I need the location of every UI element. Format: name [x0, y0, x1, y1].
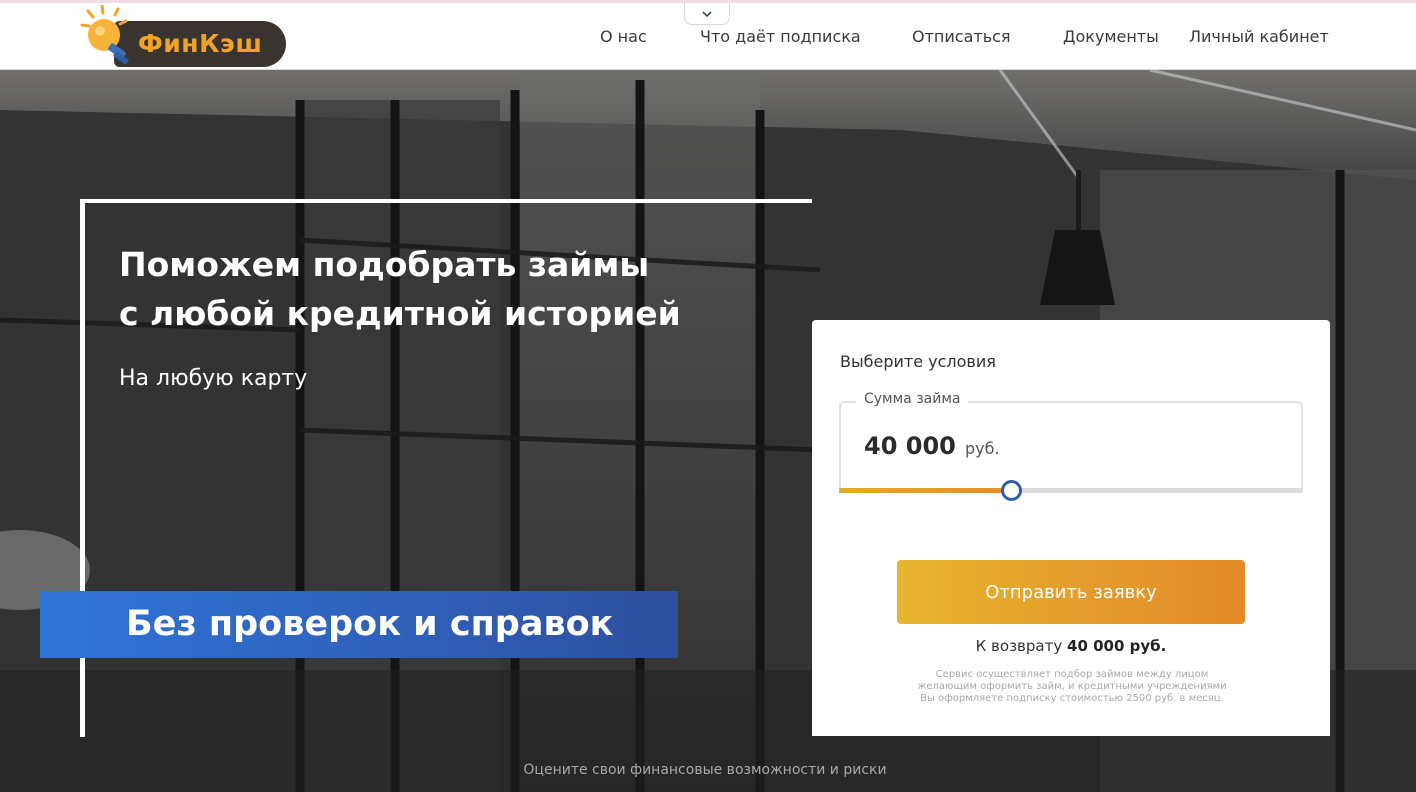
hero-frame-top — [80, 199, 812, 203]
banner-text: Без проверок и справок — [126, 604, 614, 644]
nav-account[interactable]: Личный кабинет — [1189, 27, 1329, 46]
chevron-down-icon — [702, 10, 712, 17]
nav-subscription[interactable]: Что даёт подписка — [700, 27, 861, 46]
logo-text: ФинКэш — [138, 29, 263, 58]
return-amount: 40 000 руб. — [1067, 637, 1167, 655]
collapse-toggle[interactable] — [684, 3, 730, 25]
disclaimer-line2: желающим оформить займ, и кредитными учр… — [917, 681, 1227, 692]
amount-label: Сумма займа — [856, 391, 969, 407]
amount-unit: руб. — [964, 439, 1000, 458]
amount-value: 40 000 — [864, 432, 956, 460]
hero-banner: Без проверок и справок — [40, 591, 678, 658]
return-prefix: К возврату — [975, 637, 1063, 655]
logo[interactable]: ФинКэш — [80, 5, 290, 69]
amount-display: 40 000 руб. — [864, 432, 1000, 460]
hero-subtitle: На любую карту — [119, 366, 308, 391]
return-summary: К возврату 40 000 руб. — [812, 637, 1330, 655]
disclaimer-line3: Вы оформляете подписку стоимостью 2500 р… — [920, 693, 1224, 704]
hero-section: Поможем подобрать займы с любой кредитно… — [0, 70, 1416, 792]
site-header: ФинКэш О нас Что даёт подписка Отписатьс… — [0, 0, 1416, 70]
disclaimer-line1: Сервис осуществляет подбор займов между … — [935, 669, 1209, 680]
hero-title-line1: Поможем подобрать займы — [119, 245, 650, 284]
nav-documents[interactable]: Документы — [1063, 27, 1159, 46]
form-title: Выберите условия — [840, 352, 996, 371]
nav-unsubscribe[interactable]: Отписаться — [912, 27, 1011, 46]
hero-title-line2: с любой кредитной историей — [119, 294, 681, 333]
disclaimer: Сервис осуществляет подбор займов между … — [872, 669, 1272, 705]
nav-about[interactable]: О нас — [600, 27, 647, 46]
slider-fill — [839, 488, 1011, 493]
lightbulb-icon — [80, 5, 129, 65]
hero-title: Поможем подобрать займы с любой кредитно… — [119, 240, 779, 338]
amount-slider[interactable] — [839, 480, 1303, 501]
submit-button[interactable]: Отправить заявку — [897, 560, 1245, 624]
footer-note: Оцените свои финансовые возможности и ри… — [523, 762, 887, 778]
slider-thumb[interactable] — [1000, 480, 1022, 501]
loan-form-card: Выберите условия Сумма займа 40 000 руб.… — [812, 320, 1330, 736]
